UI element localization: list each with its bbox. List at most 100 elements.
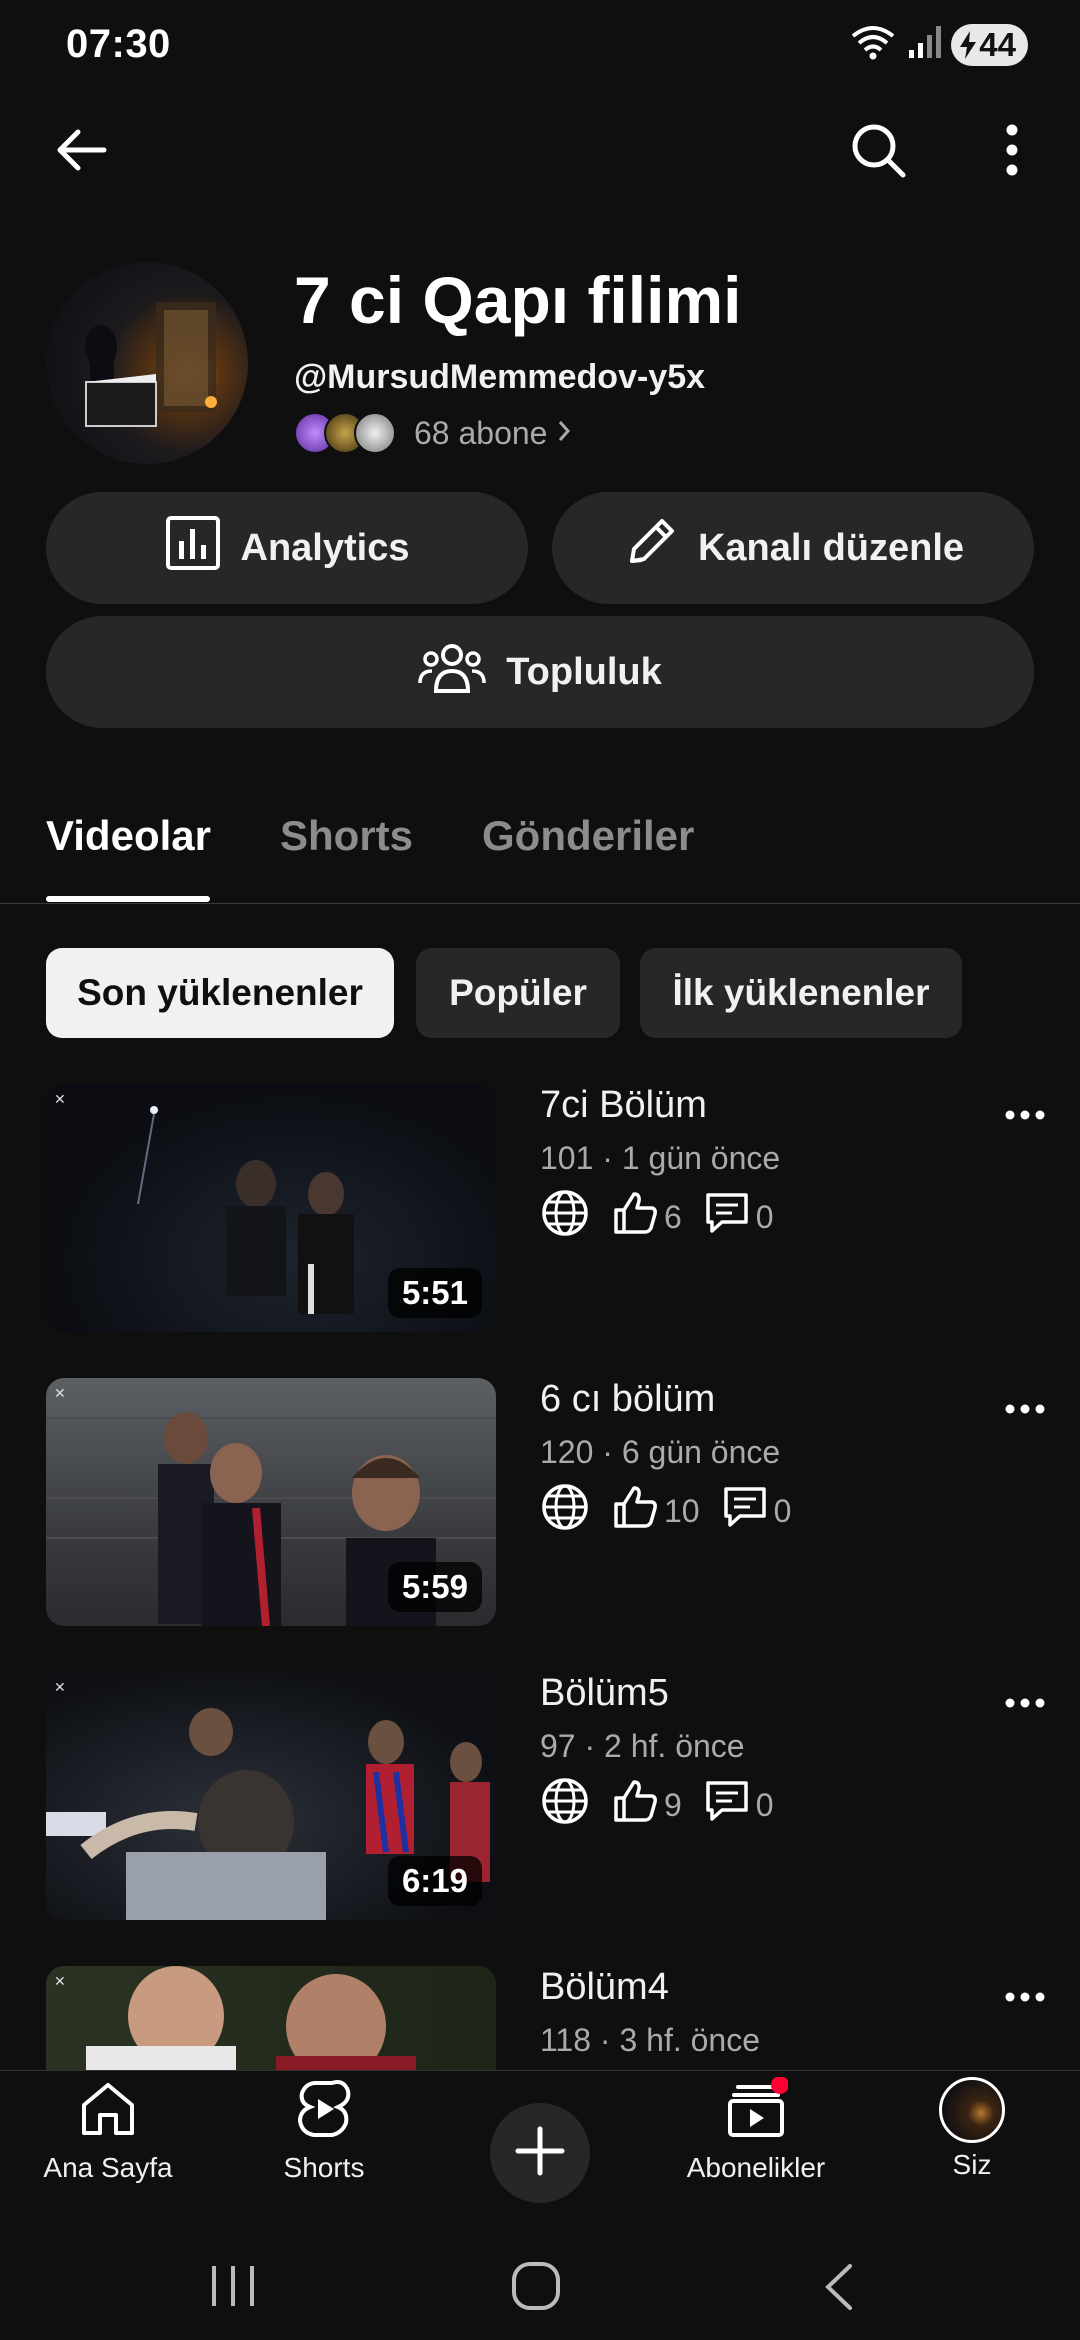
signal-icon <box>907 24 942 65</box>
thumbs-up-icon <box>612 1778 658 1832</box>
video-stats: 9 0 <box>540 1778 774 1832</box>
system-back-icon[interactable] <box>820 2262 856 2317</box>
subscribers-row[interactable]: 68 abone <box>294 410 571 456</box>
comment-icon <box>722 1484 768 1538</box>
bottom-navigation: Ana Sayfa Shorts Abonelikler Siz <box>0 2070 1080 2230</box>
nav-subscriptions[interactable]: Abonelikler <box>666 2076 846 2227</box>
channel-header: 7 ci Qapı filimi @MursudMemmedov-y5x 68 … <box>46 258 1046 468</box>
comments-stat: 0 <box>704 1190 774 1244</box>
nav-you-label: Siz <box>952 2149 992 2180</box>
more-horiz-icon[interactable] <box>1000 1678 1050 1728</box>
thumbs-up-icon <box>612 1484 658 1538</box>
top-app-bar <box>0 110 1080 190</box>
video-item[interactable]: ✕ 6:19 Bölüm5 97 · 2 hf. önce 9 0 <box>0 1668 1080 1920</box>
likes-stat: 6 <box>612 1190 682 1244</box>
comment-icon <box>704 1778 750 1832</box>
channel-tabs: Videolar Shorts Gönderiler <box>0 790 1080 904</box>
video-title[interactable]: 6 cı bölüm <box>540 1378 715 1421</box>
video-meta: 97 · 2 hf. önce <box>540 1728 745 1764</box>
chip-latest[interactable]: Son yüklenenler <box>46 948 394 1038</box>
video-thumbnail[interactable]: ✕ 6:19 <box>46 1672 496 1920</box>
chip-popular[interactable]: Popüler <box>416 948 620 1038</box>
comments-count: 0 <box>755 1198 774 1235</box>
nav-shorts[interactable]: Shorts <box>234 2077 414 2227</box>
video-stats: 6 0 <box>540 1190 774 1244</box>
status-bar: 07:30 44 <box>0 0 1080 90</box>
comments-stat: 0 <box>722 1484 791 1538</box>
likes-stat: 9 <box>612 1778 682 1832</box>
nav-home[interactable]: Ana Sayfa <box>18 2077 198 2227</box>
video-thumbnail[interactable]: ✕ 5:51 <box>46 1084 496 1332</box>
more-horiz-icon[interactable] <box>1000 1972 1050 2022</box>
video-meta: 118 · 3 hf. önce <box>540 2022 760 2058</box>
video-item[interactable]: ✕ 5:51 7ci Bölüm 101 · 1 gün önce 6 0 <box>0 1080 1080 1332</box>
status-icons: 44 <box>849 22 1028 67</box>
battery-level: 44 <box>979 25 1016 63</box>
channel-handle: @MursudMemmedov-y5x <box>294 358 706 396</box>
likes-count: 9 <box>664 1786 682 1823</box>
nav-home-label: Ana Sayfa <box>43 2152 173 2183</box>
video-item[interactable]: ✕ 5:59 6 cı bölüm 120 · 6 gün önce 10 0 <box>0 1374 1080 1626</box>
video-title[interactable]: 7ci Bölüm <box>540 1084 707 1127</box>
svg-text:✕: ✕ <box>54 1092 66 1108</box>
svg-text:✕: ✕ <box>54 1680 66 1696</box>
analytics-label: Analytics <box>240 526 410 569</box>
video-meta: 101 · 1 gün önce <box>540 1140 781 1176</box>
video-title[interactable]: Bölüm5 <box>540 1672 669 1715</box>
video-thumbnail[interactable]: ✕ 5:59 <box>46 1378 496 1626</box>
analytics-button[interactable]: Analytics <box>46 492 528 604</box>
more-horiz-icon[interactable] <box>1000 1090 1050 1140</box>
shorts-icon <box>292 2077 356 2146</box>
globe-icon <box>540 1188 590 1246</box>
status-time: 07:30 <box>66 22 171 66</box>
video-thumbnail[interactable]: ✕ <box>46 1966 496 2070</box>
community-label: Topluluk <box>506 650 662 693</box>
channel-avatar[interactable] <box>46 262 248 464</box>
analytics-icon <box>165 515 221 581</box>
back-arrow-icon[interactable] <box>40 110 120 190</box>
search-icon[interactable] <box>838 110 918 190</box>
tab-shorts[interactable]: Shorts <box>280 812 413 860</box>
subscriptions-icon <box>724 2076 789 2146</box>
video-list: ✕ 5:51 7ci Bölüm 101 · 1 gün önce 6 0 ✕ … <box>0 1080 1080 2070</box>
comments-count: 0 <box>755 1786 774 1823</box>
tab-posts[interactable]: Gönderiler <box>482 812 694 860</box>
video-item[interactable]: ✕ Bölüm4 118 · 3 hf. önce <box>0 1962 1080 2070</box>
likes-stat: 10 <box>612 1484 700 1538</box>
globe-icon <box>540 1482 590 1540</box>
video-meta: 120 · 6 gün önce <box>540 1434 781 1470</box>
thumbs-up-icon <box>612 1190 658 1244</box>
video-title[interactable]: Bölüm4 <box>540 1966 669 2009</box>
home-icon <box>76 2077 140 2146</box>
edit-channel-label: Kanalı düzenle <box>697 526 965 569</box>
nav-shorts-label: Shorts <box>283 2152 365 2183</box>
likes-count: 10 <box>664 1492 700 1529</box>
subscriber-avatar <box>354 412 396 454</box>
edit-channel-button[interactable]: Kanalı düzenle <box>552 492 1034 604</box>
nav-you[interactable]: Siz <box>882 2077 1062 2227</box>
more-vert-icon[interactable] <box>972 110 1052 190</box>
recents-icon[interactable] <box>208 2264 258 2313</box>
tab-videos[interactable]: Videolar <box>46 812 211 860</box>
likes-count: 6 <box>664 1198 682 1235</box>
pencil-icon <box>622 515 678 581</box>
wifi-icon <box>849 22 897 67</box>
comments-stat: 0 <box>704 1778 774 1832</box>
video-duration: 5:51 <box>387 1268 482 1318</box>
community-button[interactable]: Topluluk <box>46 616 1034 728</box>
svg-text:✕: ✕ <box>54 1386 66 1402</box>
chip-oldest[interactable]: İlk yüklenenler <box>640 948 962 1038</box>
create-button[interactable] <box>490 2103 590 2203</box>
plus-icon <box>514 2125 566 2182</box>
channel-title: 7 ci Qapı filimi <box>294 263 742 337</box>
svg-text:✕: ✕ <box>54 1974 66 1990</box>
people-icon <box>418 639 486 705</box>
video-stats: 10 0 <box>540 1484 791 1538</box>
profile-avatar <box>939 2077 1005 2143</box>
video-duration: 5:59 <box>387 1562 482 1612</box>
more-horiz-icon[interactable] <box>1000 1384 1050 1434</box>
nav-subscriptions-label: Abonelikler <box>686 2152 826 2183</box>
subscriber-count: 68 abone <box>414 414 548 451</box>
home-button-icon[interactable] <box>510 2260 562 2317</box>
system-navigation <box>0 2230 1080 2340</box>
